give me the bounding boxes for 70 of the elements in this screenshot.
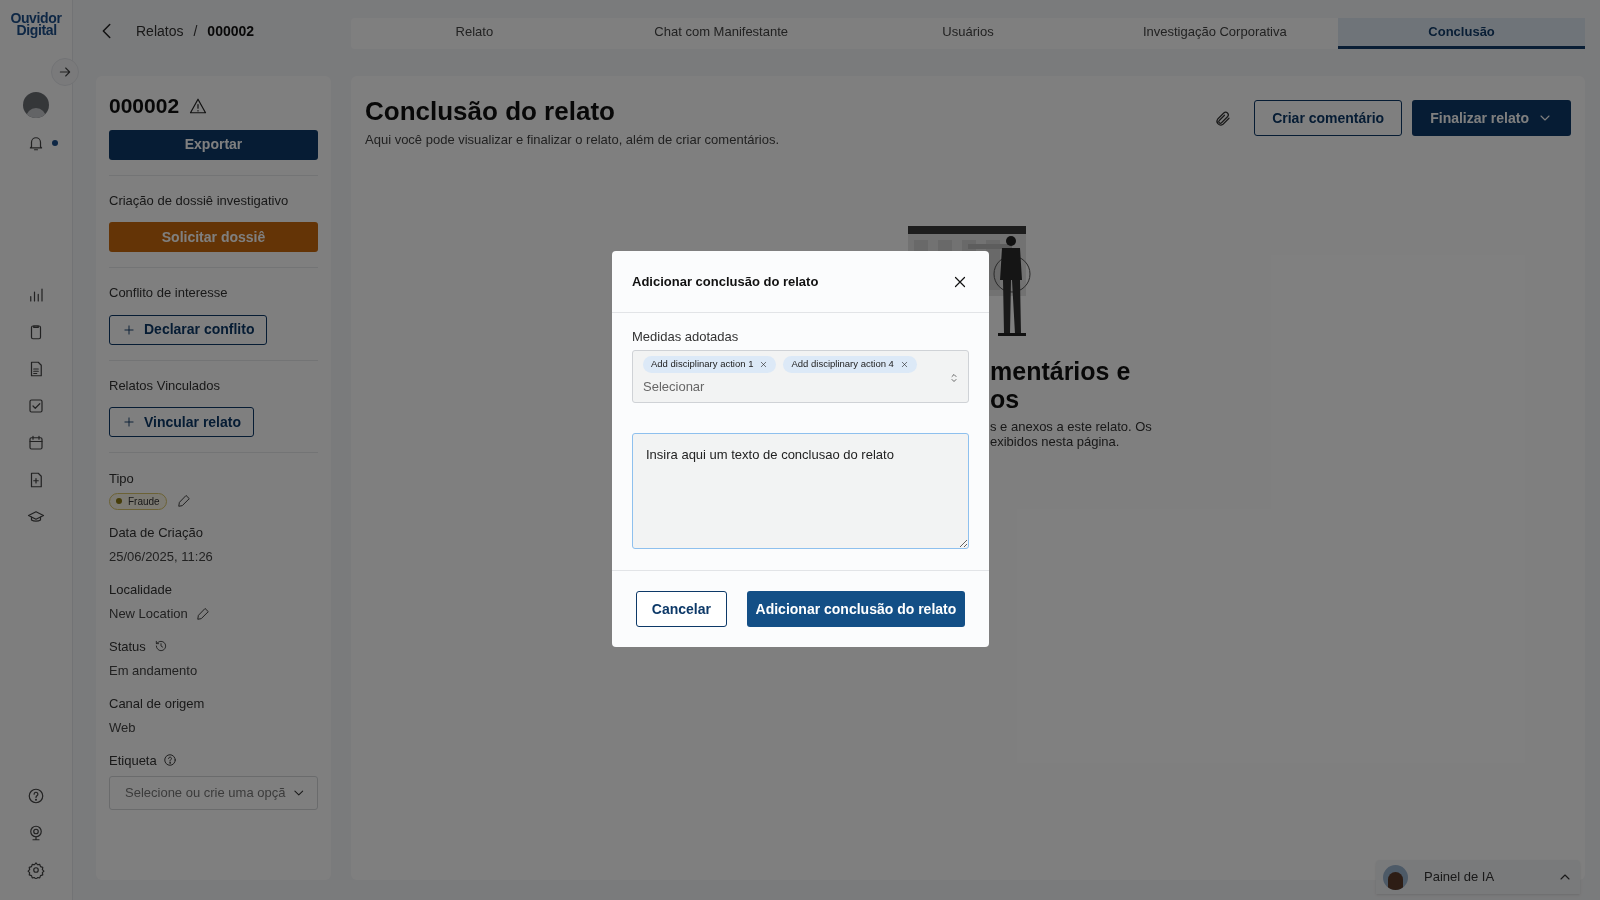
logo: Ouvidor Digital: [10, 12, 62, 36]
assistant-avatar: [1383, 864, 1408, 890]
calendar-icon[interactable]: [27, 434, 45, 452]
up-down-icon: [948, 371, 960, 384]
measures-select[interactable]: Add disciplinary action 1 Add disciplinary action 4 Selecionar: [632, 349, 969, 403]
empty-state-text: exibidos nesta página.: [990, 434, 1121, 449]
plus-icon: [122, 415, 136, 429]
chip: Add disciplinary action 1: [643, 355, 777, 373]
page-title: Conclusão do relato: [365, 95, 616, 128]
field-value: Web: [109, 719, 136, 737]
field-label: Status: [109, 637, 146, 656]
tag-select[interactable]: Selecione ou crie uma opçã: [109, 776, 318, 810]
ai-panel-button[interactable]: Painel de IA: [1376, 860, 1580, 894]
webcam-icon[interactable]: [27, 824, 45, 842]
section-label: Criação de dossiê investigativo: [109, 191, 290, 210]
breadcrumb-current: 000002: [207, 21, 255, 41]
checkbox-icon[interactable]: [27, 397, 45, 415]
field-label: Tipo: [109, 470, 134, 488]
avatar[interactable]: [23, 92, 49, 118]
tab[interactable]: Conclusão: [1338, 18, 1585, 49]
help-icon[interactable]: [27, 787, 45, 805]
bell-icon[interactable]: [27, 134, 45, 152]
create-comment-button[interactable]: Criar comentário: [1254, 100, 1403, 136]
select-placeholder: Selecione ou crie uma opçã: [125, 784, 286, 803]
select-placeholder: Selecionar: [643, 377, 706, 396]
help-icon[interactable]: [162, 753, 177, 768]
field-label: Medidas adotadas: [632, 328, 740, 346]
submit-button[interactable]: Adicionar conclusão do relato: [746, 591, 965, 627]
empty-state-text: s e anexos a este relato. Os: [990, 419, 1152, 434]
field-label: Data de Criação: [109, 523, 203, 542]
field-label: Canal de origem: [109, 694, 205, 713]
warning-icon: [189, 96, 208, 115]
empty-state-title: os: [990, 385, 1021, 413]
field-label: Etiqueta: [109, 751, 157, 770]
expand-button[interactable]: [51, 58, 79, 86]
paperclip-icon[interactable]: [1214, 110, 1233, 128]
field-label: Localidade: [109, 580, 172, 599]
empty-state-title: mentários e: [990, 357, 1132, 385]
tab[interactable]: Chat com Manifestante: [597, 18, 845, 49]
field-value: Em andamento: [109, 662, 198, 680]
page-subtitle: Aqui você pode visualizar e finalizar o relato, além de criar comentários.: [365, 131, 781, 149]
settings-icon[interactable]: [27, 861, 45, 879]
breadcrumb-link[interactable]: Relatos: [136, 20, 184, 42]
conclusion-textarea[interactable]: Insira aqui um texto de conclusao do relato: [632, 432, 969, 549]
report-id: 000002: [109, 93, 180, 119]
request-dossier-button[interactable]: Solicitar dossiê: [109, 222, 318, 252]
plus-icon: [122, 322, 136, 337]
remove-icon[interactable]: [759, 359, 769, 369]
tab[interactable]: Relato: [351, 18, 598, 49]
section-label: Relatos Vinculados: [109, 376, 222, 395]
pencil-icon[interactable]: [176, 494, 191, 508]
remove-icon[interactable]: [899, 359, 909, 369]
finalize-button[interactable]: Finalizar relato: [1412, 100, 1571, 136]
history-icon[interactable]: [153, 639, 168, 654]
field-value: 25/06/2025, 11:26: [109, 548, 213, 566]
arrow-right-icon: [57, 64, 73, 80]
field-value: New Location: [109, 605, 188, 623]
modal-title: Adicionar conclusão do relato: [632, 272, 820, 291]
declare-conflict-button[interactable]: Declarar conflito: [109, 314, 268, 345]
chip: Add disciplinary action 4: [783, 355, 917, 373]
tab[interactable]: Usuários: [844, 18, 1092, 49]
tab[interactable]: Investigação Corporativa: [1091, 18, 1339, 49]
breadcrumb-separator: /: [193, 21, 198, 41]
type-badge: Fraude: [109, 492, 167, 510]
export-button[interactable]: Exportar: [109, 129, 318, 160]
section-label: Conflito de interesse: [109, 284, 229, 302]
link-report-button[interactable]: Vincular relato: [109, 407, 254, 437]
chart-bars-icon[interactable]: [27, 286, 45, 304]
cancel-button[interactable]: Cancelar: [636, 591, 727, 627]
pencil-icon[interactable]: [195, 606, 210, 621]
